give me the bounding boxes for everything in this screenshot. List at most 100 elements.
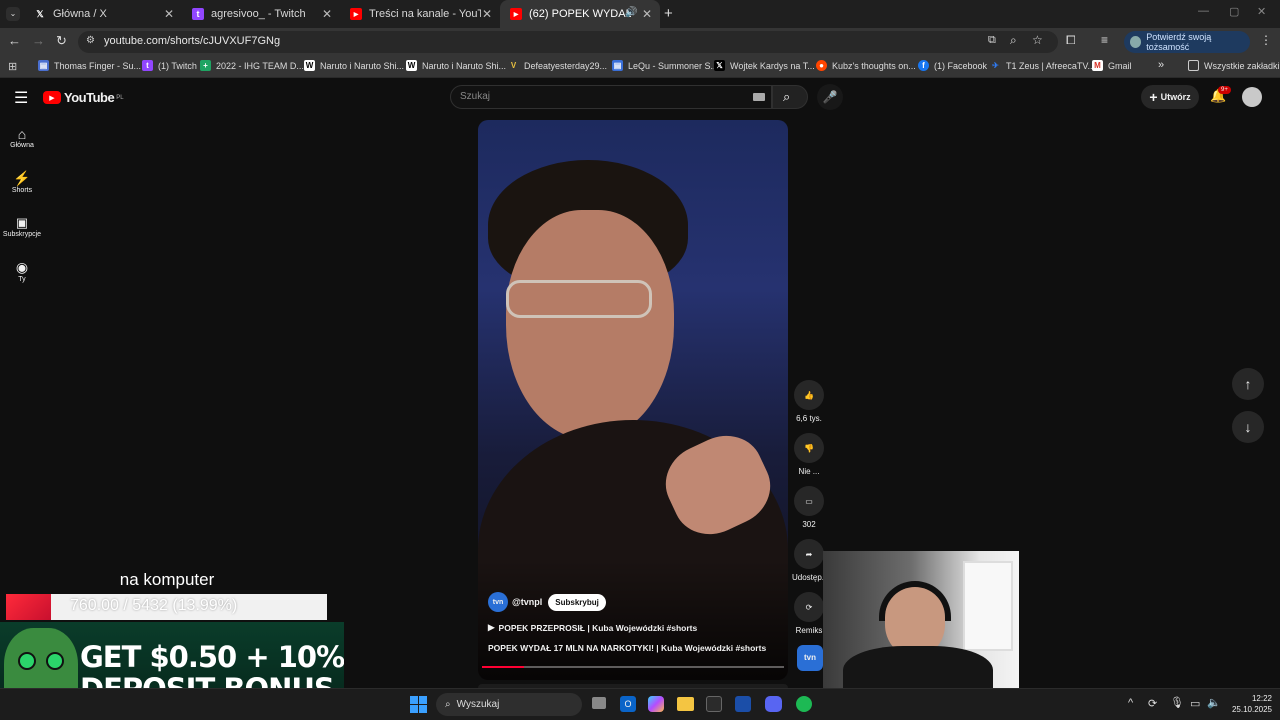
search-button[interactable]: ⌕ xyxy=(772,85,808,109)
show-hidden-icons[interactable]: ^ xyxy=(1128,697,1133,709)
bookmark-item[interactable]: ▤ LeQu - Summoner S... xyxy=(612,60,718,71)
afreeca-icon: ✈ xyxy=(990,60,1001,71)
youtube-header: ☰ ▶ YouTube PL Szukaj ⌕ 🎤 + Utwórz 🔔 9+ xyxy=(0,80,1280,116)
remix-icon: ⟳ xyxy=(794,592,824,622)
spotify-icon[interactable] xyxy=(796,696,812,712)
bookmarks-bar: ⊞ ▤ Thomas Finger - Su... t (1) Twitch +20… xyxy=(0,56,1280,78)
ad-line-1: GET $0.50 + 10% xyxy=(80,640,344,674)
bookmark-label: Wojtek Kardys na T... xyxy=(730,60,815,71)
bookmark-item[interactable]: W Naruto i Naruto Shi... xyxy=(406,60,506,71)
bookmark-item[interactable]: ✈ T1 Zeus | AfreecaTV... xyxy=(990,60,1095,71)
channel-handle[interactable]: @tvnpl xyxy=(512,597,542,607)
file-explorer-icon[interactable] xyxy=(677,697,694,711)
account-avatar[interactable] xyxy=(1242,87,1262,107)
subscribe-button[interactable]: Subskrybuj xyxy=(548,593,606,611)
tab-x[interactable]: 𝕏 Główna / X ✕ xyxy=(24,0,182,28)
progress-track[interactable] xyxy=(482,666,784,668)
discord-icon[interactable] xyxy=(765,696,782,712)
url-text[interactable]: youtube.com/shorts/cJUVXUF7GNg xyxy=(104,35,280,47)
keyboard-icon[interactable] xyxy=(753,93,765,101)
bookmark-item[interactable]: V Defeatyesterday29... xyxy=(508,60,607,71)
bookmark-item[interactable]: f (1) Facebook xyxy=(918,60,987,71)
bookmark-item[interactable]: ▤ Thomas Finger - Su... xyxy=(38,60,141,71)
video-title[interactable]: POPEK WYDAŁ 17 MLN NA NARKOTYKI! | Kuba … xyxy=(488,643,766,653)
browser-menu-icon[interactable]: ⋮ xyxy=(1260,33,1272,47)
close-tab-icon[interactable]: ✕ xyxy=(164,7,174,21)
volume-icon[interactable]: 🔈 xyxy=(1207,696,1221,709)
previous-short-button[interactable]: ↑ xyxy=(1232,368,1264,400)
tab-youtube-short[interactable]: ▶ (62) POPEK WYDAŁ 17 MLN 🔊 ✕ xyxy=(500,0,660,28)
nav-you[interactable]: ◉ Ty xyxy=(0,259,44,283)
clock[interactable]: 12:22 25.10.2025 xyxy=(1224,693,1272,715)
close-window-icon[interactable]: ✕ xyxy=(1257,5,1266,18)
voice-search-icon[interactable]: 🎤 xyxy=(817,84,843,110)
outlook-icon[interactable]: O xyxy=(620,696,636,712)
youtube-studio-icon: ▶ xyxy=(350,8,362,20)
ad-mascot-eye xyxy=(18,652,36,670)
create-button[interactable]: + Utwórz xyxy=(1141,85,1199,109)
related-short-link[interactable]: ▶ POPEK PRZEPROSIŁ | Kuba Wojewódzki #sh… xyxy=(488,622,697,633)
bookmark-item[interactable]: M Gmail xyxy=(1092,60,1132,71)
bookmark-item[interactable]: t (1) Twitch xyxy=(142,60,197,71)
reload-icon[interactable]: ↻ xyxy=(56,33,67,49)
taskbar-search-input[interactable]: Wyszukaj xyxy=(457,699,500,710)
search-box[interactable]: Szukaj xyxy=(450,85,772,109)
copilot-icon[interactable] xyxy=(648,696,664,712)
microphone-icon[interactable]: 🎙 xyxy=(1170,696,1184,709)
address-bar[interactable]: ⚙ youtube.com/shorts/cJUVXUF7GNg ⧉ ⌕ ☆ xyxy=(78,31,1058,53)
search-input[interactable]: Szukaj xyxy=(460,91,490,102)
nav-subscriptions[interactable]: ▣ Subskrypcje xyxy=(0,215,44,238)
all-bookmarks-button[interactable]: Wszystkie zakładki xyxy=(1188,60,1280,71)
tab-twitch[interactable]: t agresivoo_ - Twitch ✕ xyxy=(182,0,340,28)
more-bookmarks-icon[interactable]: » xyxy=(1158,59,1164,71)
site-info-icon[interactable]: ⚙ xyxy=(86,35,95,46)
tab-youtube-studio[interactable]: ▶ Treści na kanale - YouTube Stu ✕ xyxy=(340,0,500,28)
minimize-icon[interactable]: — xyxy=(1198,5,1209,17)
dislike-button[interactable]: 👎 Nie ... xyxy=(792,433,826,476)
zoom-icon[interactable]: ⌕ xyxy=(1010,33,1017,48)
bookmark-item[interactable]: W Naruto i Naruto Shi... xyxy=(304,60,404,71)
apps-grid-icon[interactable]: ⊞ xyxy=(8,60,17,73)
twitch-icon: t xyxy=(192,8,204,20)
bookmark-item[interactable]: ● Kubz's thoughts on... xyxy=(816,60,916,71)
forward-icon[interactable]: → xyxy=(32,33,45,48)
shorts-video-player[interactable]: tvn @tvnpl Subskrybuj ▶ POPEK PRZEPROSIŁ… xyxy=(478,120,788,680)
verify-identity-button[interactable]: Potwierdź swoją tożsamość xyxy=(1124,31,1250,53)
channel-avatar[interactable]: tvn xyxy=(488,592,508,612)
windows-start-icon[interactable] xyxy=(410,696,427,713)
next-short-button[interactable]: ↓ xyxy=(1232,411,1264,443)
tab-search-icon[interactable]: ⌄ xyxy=(6,7,20,21)
close-tab-icon[interactable]: ✕ xyxy=(642,7,652,21)
like-button[interactable]: 👍 6,6 tys. xyxy=(792,380,826,423)
sync-icon[interactable]: ⟳ xyxy=(1148,697,1157,710)
x-icon: 𝕏 xyxy=(714,60,725,71)
back-icon[interactable]: ← xyxy=(8,33,21,48)
video-gradient xyxy=(478,560,788,680)
new-tab-icon[interactable]: + xyxy=(664,5,673,22)
nav-shorts[interactable]: ⚡ Shorts xyxy=(0,170,44,194)
comments-button[interactable]: ▭ 302 xyxy=(792,486,826,529)
app-icon[interactable] xyxy=(735,696,751,712)
close-tab-icon[interactable]: ✕ xyxy=(482,7,492,21)
bookmark-item[interactable]: +2022 - IHG TEAM D... xyxy=(200,60,304,71)
extensions-icon[interactable]: ⧠ xyxy=(1066,33,1076,48)
maximize-icon[interactable]: ▢ xyxy=(1229,5,1239,18)
network-icon[interactable]: ▭ xyxy=(1190,697,1200,710)
reading-list-icon[interactable]: ≡ xyxy=(1101,33,1108,47)
close-tab-icon[interactable]: ✕ xyxy=(322,7,332,21)
bookmark-star-icon[interactable]: ☆ xyxy=(1032,33,1043,47)
install-app-icon[interactable]: ⧉ xyxy=(988,34,996,47)
youtube-icon: ▶ xyxy=(510,8,522,20)
youtube-logo[interactable]: ▶ YouTube PL xyxy=(43,90,124,105)
store-icon[interactable] xyxy=(706,696,722,712)
task-view-icon[interactable] xyxy=(592,697,606,709)
nav-home[interactable]: ⌂ Główna xyxy=(0,126,44,149)
menu-icon[interactable]: ☰ xyxy=(14,88,28,108)
sound-channel-thumbnail[interactable]: tvn xyxy=(797,645,823,671)
taskbar-search[interactable]: ⌕ Wyszukaj xyxy=(436,693,582,716)
donation-goal-text: 760.00 / 5432 (13.99%) xyxy=(70,597,238,614)
audio-playing-icon[interactable]: 🔊 xyxy=(625,7,637,18)
bookmark-item[interactable]: 𝕏 Wojtek Kardys na T... xyxy=(714,60,815,71)
remix-button[interactable]: ⟳ Remiks xyxy=(792,592,826,635)
share-button[interactable]: ➦ Udostęp... xyxy=(792,539,828,582)
